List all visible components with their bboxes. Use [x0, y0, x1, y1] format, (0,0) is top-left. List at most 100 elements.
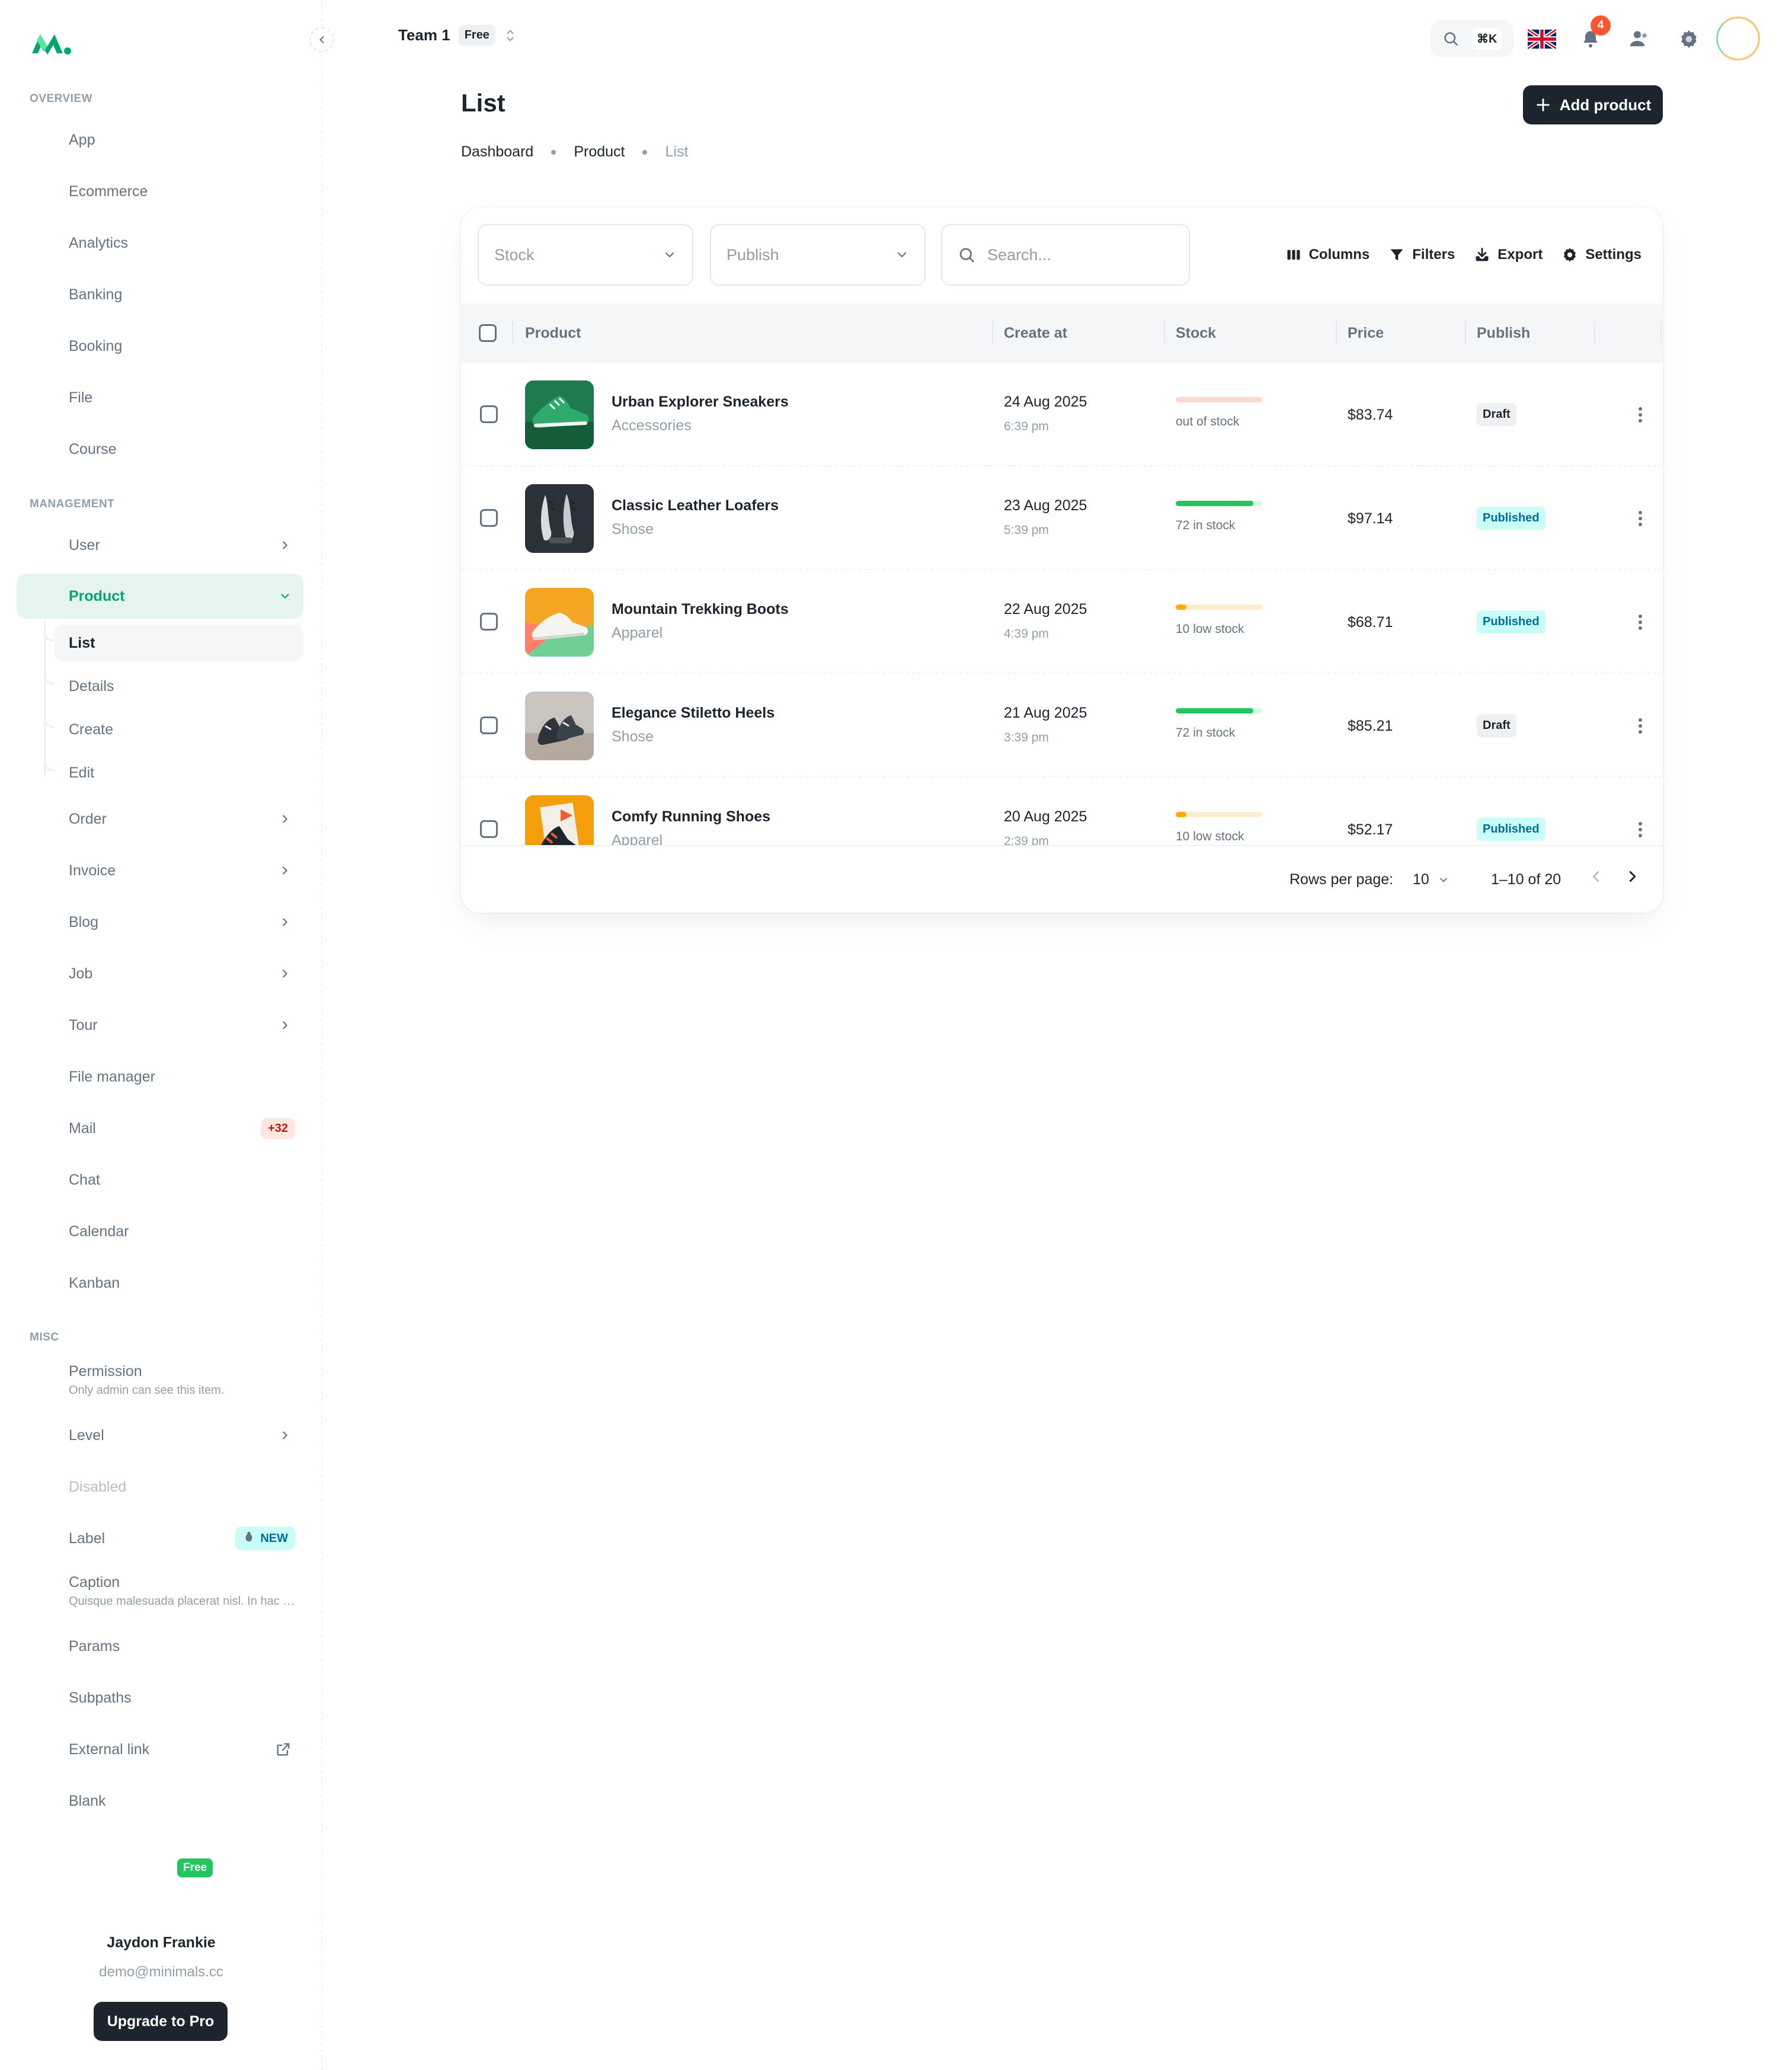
- section-management[interactable]: Management: [30, 498, 114, 511]
- nav-app[interactable]: App: [17, 117, 303, 162]
- nav-tour[interactable]: Tour: [17, 1003, 303, 1048]
- global-search-button[interactable]: ⌘K: [1431, 20, 1513, 57]
- nav-subpaths[interactable]: Subpaths: [17, 1675, 303, 1720]
- publish-filter-select[interactable]: Publish: [710, 224, 926, 286]
- column-header-product[interactable]: Product: [525, 303, 581, 363]
- product-thumbnail[interactable]: [525, 380, 594, 449]
- add-product-button[interactable]: Add product: [1523, 85, 1663, 124]
- row-actions-button[interactable]: [1628, 610, 1652, 634]
- nav-params[interactable]: Params: [17, 1624, 303, 1669]
- row-actions-button[interactable]: [1628, 818, 1652, 842]
- column-header-create-at[interactable]: Create at: [1004, 303, 1067, 363]
- column-separator[interactable]: [1594, 321, 1595, 345]
- contacts-button[interactable]: [1624, 24, 1655, 55]
- logo[interactable]: [30, 28, 73, 58]
- subnav-edit[interactable]: Edit: [55, 754, 303, 791]
- row-actions-button[interactable]: [1628, 507, 1652, 530]
- nav-permission[interactable]: Permission Only admin can see this item.: [17, 1355, 303, 1406]
- collapse-sidebar-button[interactable]: [309, 27, 334, 52]
- section-misc[interactable]: Misc: [30, 1331, 59, 1344]
- product-category: Accessories: [612, 417, 692, 434]
- column-header-stock[interactable]: Stock: [1176, 303, 1216, 363]
- subnav-list[interactable]: List: [55, 625, 303, 661]
- product-name[interactable]: Comfy Running Shoes: [612, 808, 770, 826]
- column-separator[interactable]: [1660, 321, 1662, 345]
- nav-external-link[interactable]: External link: [17, 1727, 303, 1772]
- uk-flag-icon: [1528, 29, 1556, 49]
- column-header-price[interactable]: Price: [1348, 303, 1384, 363]
- nav-user[interactable]: User: [17, 523, 303, 568]
- filters-button[interactable]: Filters: [1388, 247, 1455, 263]
- nav-job[interactable]: Job: [17, 951, 303, 996]
- nav-order[interactable]: Order: [17, 796, 303, 842]
- table-row[interactable]: Urban Explorer Sneakers Accessories 24 A…: [461, 363, 1663, 466]
- nav-banking[interactable]: Banking: [17, 272, 303, 317]
- table-row[interactable]: Mountain Trekking Boots Apparel 22 Aug 2…: [461, 570, 1663, 674]
- account-avatar[interactable]: [1716, 17, 1760, 60]
- product-name[interactable]: Urban Explorer Sneakers: [612, 393, 789, 411]
- next-page-button[interactable]: [1624, 868, 1641, 885]
- export-button[interactable]: Export: [1474, 247, 1543, 263]
- nav-file-manager[interactable]: File manager: [17, 1054, 303, 1099]
- rows-per-page-select[interactable]: 10: [1413, 871, 1449, 888]
- column-separator[interactable]: [512, 321, 513, 345]
- nav-mail[interactable]: Mail +32: [17, 1106, 303, 1151]
- product-thumbnail[interactable]: [525, 484, 594, 553]
- nav-analytics[interactable]: Analytics: [17, 220, 303, 265]
- table-row[interactable]: Elegance Stiletto Heels Shose 21 Aug 202…: [461, 674, 1663, 778]
- previous-page-button[interactable]: [1587, 868, 1605, 885]
- column-separator[interactable]: [1465, 321, 1466, 345]
- product-name[interactable]: Mountain Trekking Boots: [612, 601, 789, 618]
- columns-button[interactable]: Columns: [1285, 247, 1369, 263]
- table-row[interactable]: Comfy Running Shoes Apparel 20 Aug 2025 …: [461, 778, 1663, 845]
- publish-status-badge: Published: [1477, 507, 1545, 530]
- column-separator[interactable]: [992, 321, 993, 345]
- select-all-checkbox-cell[interactable]: [479, 303, 497, 363]
- table-search-input[interactable]: Search...: [941, 224, 1190, 286]
- breadcrumb-dashboard[interactable]: Dashboard: [461, 143, 533, 161]
- product-thumbnail[interactable]: [525, 588, 594, 657]
- row-checkbox[interactable]: [480, 405, 498, 423]
- product-thumbnail[interactable]: [525, 692, 594, 760]
- nav-level[interactable]: Level: [17, 1413, 303, 1458]
- row-checkbox[interactable]: [480, 509, 498, 527]
- nav-booking[interactable]: Booking: [17, 324, 303, 369]
- nav-label-item[interactable]: Label NEW: [17, 1516, 303, 1561]
- column-separator[interactable]: [1336, 321, 1337, 345]
- column-header-publish[interactable]: Publish: [1477, 303, 1530, 363]
- upgrade-button[interactable]: Upgrade to Pro: [94, 2002, 228, 2041]
- nav-chat[interactable]: Chat: [17, 1157, 303, 1202]
- subnav-details[interactable]: Details: [55, 668, 303, 705]
- row-checkbox[interactable]: [480, 613, 498, 631]
- settings-table-button[interactable]: Settings: [1561, 247, 1641, 263]
- nav-kanban[interactable]: Kanban: [17, 1260, 303, 1306]
- stock-filter-select[interactable]: Stock: [478, 224, 693, 286]
- subnav-create[interactable]: Create: [55, 711, 303, 748]
- row-checkbox[interactable]: [480, 820, 498, 838]
- row-actions-button[interactable]: [1628, 403, 1652, 427]
- team-switcher[interactable]: Team 1 Free: [398, 25, 517, 46]
- notifications-button[interactable]: 4: [1575, 15, 1611, 55]
- row-actions-button[interactable]: [1628, 714, 1652, 738]
- nav-product[interactable]: Product: [17, 574, 303, 619]
- column-separator[interactable]: [1164, 321, 1165, 345]
- table-row[interactable]: Classic Leather Loafers Shose 23 Aug 202…: [461, 466, 1663, 570]
- nav-course[interactable]: Course: [17, 427, 303, 472]
- nav-blog[interactable]: Blog: [17, 900, 303, 945]
- product-name[interactable]: Classic Leather Loafers: [612, 497, 779, 514]
- select-all-checkbox[interactable]: [479, 324, 497, 342]
- nav-file[interactable]: File: [17, 375, 303, 420]
- chevron-right-icon: [279, 539, 292, 552]
- breadcrumb-product[interactable]: Product: [574, 143, 625, 161]
- nav-ecommerce[interactable]: Ecommerce: [17, 169, 303, 214]
- nav-calendar[interactable]: Calendar: [17, 1209, 303, 1254]
- nav-invoice[interactable]: Invoice: [17, 848, 303, 893]
- language-button[interactable]: [1527, 24, 1557, 55]
- nav-caption[interactable]: Caption Quisque malesuada placerat nisl.…: [17, 1566, 303, 1617]
- nav-blank[interactable]: Blank: [17, 1778, 303, 1823]
- row-checkbox[interactable]: [480, 716, 498, 734]
- settings-button[interactable]: [1673, 24, 1704, 55]
- product-name[interactable]: Elegance Stiletto Heels: [612, 705, 775, 722]
- section-overview[interactable]: Overview: [30, 92, 92, 105]
- product-thumbnail[interactable]: [525, 795, 594, 845]
